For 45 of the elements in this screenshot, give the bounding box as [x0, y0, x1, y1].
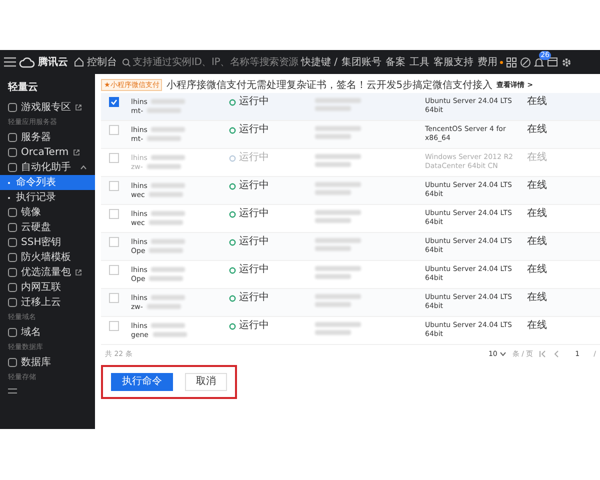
status-text: 运行中 — [239, 321, 269, 331]
console-link[interactable]: 控制台 — [87, 55, 117, 69]
cancel-button[interactable]: 取消 — [185, 373, 227, 391]
sidebar-item[interactable]: 数据库 — [0, 355, 95, 370]
sidebar-item[interactable]: 自动化助手 — [0, 160, 95, 175]
sidebar-item[interactable]: 内网互联 — [0, 280, 95, 295]
sidebar-item[interactable]: OrcaTerm — [0, 145, 95, 160]
status-text: 运行中 — [239, 293, 269, 303]
sidebar-item[interactable]: 镜像 — [0, 205, 95, 220]
shortcut-hint[interactable]: 快捷键 / — [301, 55, 338, 69]
sidebar-item[interactable]: 防火墙模板 — [0, 250, 95, 265]
sidebar-item[interactable]: 执行记录 — [0, 190, 95, 205]
sidebar-item[interactable]: 命令列表 — [0, 175, 95, 190]
sidebar-item[interactable]: 服务器 — [0, 130, 95, 145]
agent-status: 在线 — [527, 124, 547, 135]
promo-text: 小程序接微信支付无需处理复杂证书，签名！云开发5步搞定微信支付接入 — [166, 78, 493, 92]
status-text: 运行中 — [239, 265, 269, 275]
nav-link[interactable]: 客服支持 — [434, 55, 474, 69]
agent-status: 在线 — [527, 236, 547, 247]
sidebar-title: 轻量云 — [6, 80, 39, 95]
status-text: 运行中 — [239, 237, 269, 247]
sidebar-item[interactable]: 游戏服专区 — [0, 100, 95, 115]
sidebar-item[interactable]: 迁移上云 — [0, 295, 95, 310]
status-text: 运行中 — [239, 181, 269, 191]
agent-status: 在线 — [527, 264, 547, 275]
run-command-button[interactable]: 执行命令 — [111, 373, 173, 391]
brand-name: 腾讯云 — [38, 56, 68, 69]
nav-link[interactable]: 费用 — [478, 55, 503, 69]
status-text: 运行中 — [239, 97, 269, 107]
sidebar-item[interactable]: 域名 — [0, 325, 95, 340]
agent-status: 在线 — [527, 180, 547, 191]
sidebar-item[interactable]: 优选流量包 — [0, 265, 95, 280]
status-text: 运行中 — [239, 153, 269, 163]
agent-status: 在线 — [527, 96, 547, 107]
agent-status: 在线 — [527, 208, 547, 219]
nav-link[interactable]: 工具 — [410, 55, 430, 69]
nav-link[interactable]: 集团账号 — [342, 55, 382, 69]
agent-status: 在线 — [527, 320, 547, 331]
status-text: 运行中 — [239, 209, 269, 219]
status-text: 运行中 — [239, 125, 269, 135]
sidebar-item[interactable]: 云硬盘 — [0, 220, 95, 235]
agent-status: 在线 — [527, 152, 547, 163]
nav-link[interactable]: 备案 — [386, 55, 406, 69]
sidebar-item[interactable]: SSH密钥 — [0, 235, 95, 250]
agent-status: 在线 — [527, 292, 547, 303]
